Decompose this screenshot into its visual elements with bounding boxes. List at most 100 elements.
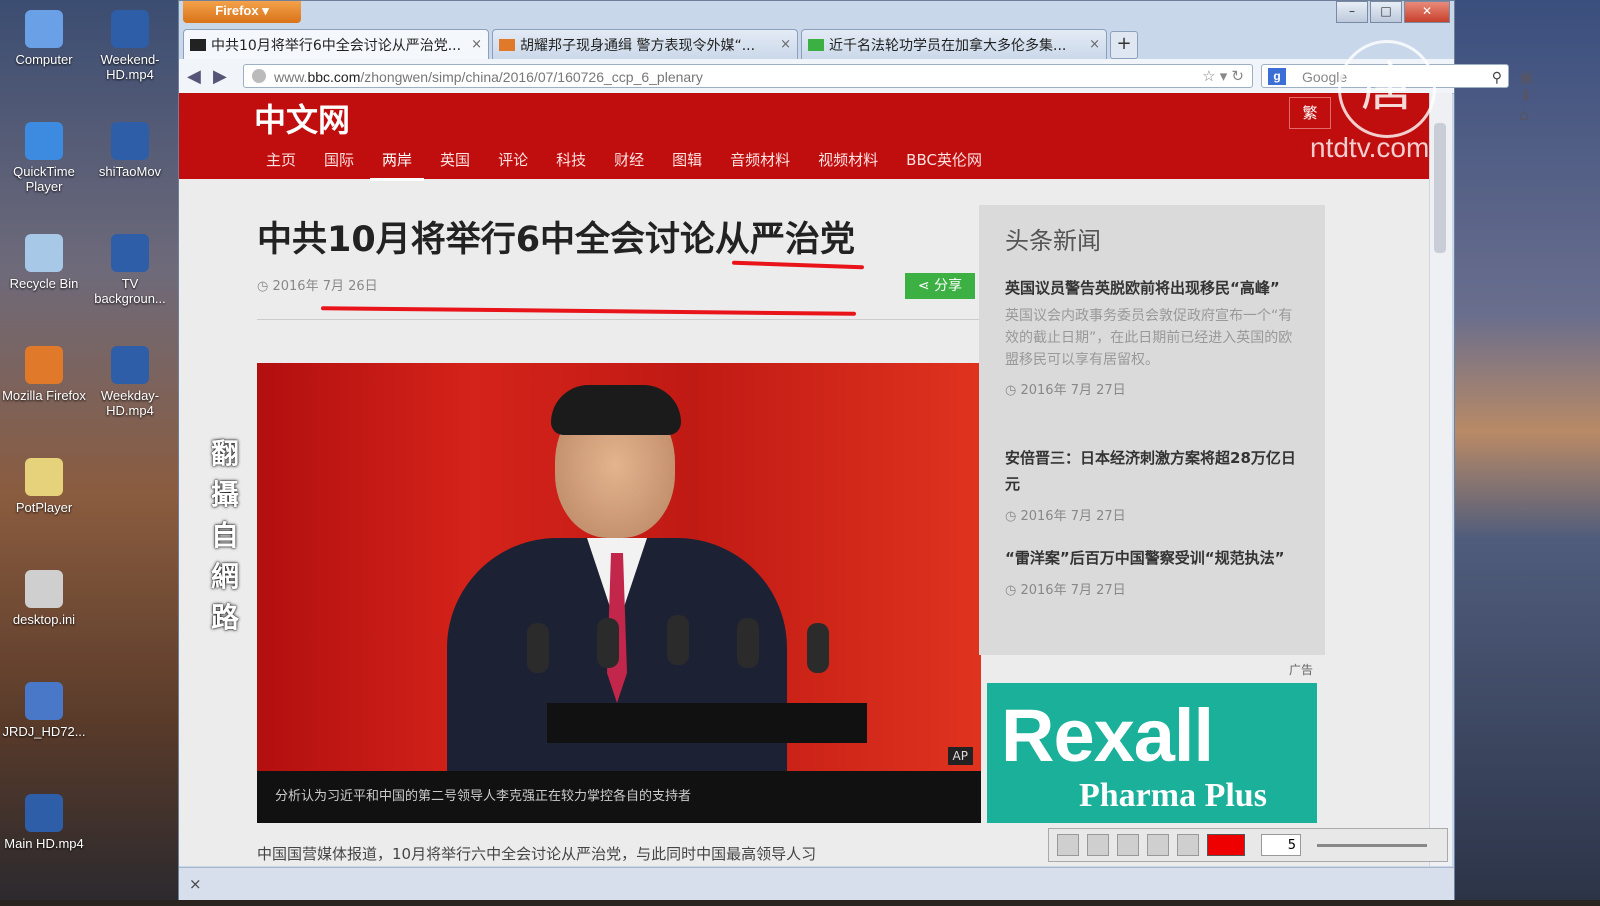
news-item[interactable]: “雷洋案”后百万中国警察受训“规范执法” ◷ 2016年 7月 27日	[1005, 545, 1305, 598]
desktop-icon-label: Mozilla Firefox	[2, 388, 86, 403]
new-tab-button[interactable]: +	[1110, 31, 1138, 59]
nav-item[interactable]: 国际	[312, 149, 366, 181]
statusbar-close-icon[interactable]: ×	[189, 875, 202, 893]
stroke-size-field[interactable]: 5	[1261, 834, 1301, 856]
tab-strip: 中共10月将举行6中全会讨论从严治党... × 胡耀邦子现身通缉 警方表现令外媒…	[183, 29, 1138, 59]
desktop-icon[interactable]: Weekend-HD.mp4	[86, 10, 174, 96]
nav-item[interactable]: 科技	[544, 149, 598, 181]
tab-close-icon[interactable]: ×	[471, 37, 482, 52]
rexall-ad[interactable]: Rexall Pharma Plus	[987, 683, 1317, 823]
site-nav: 主页 国际 两岸 英国 评论 科技 财经 图辑 音频材料 视频材料 BBC英伦网	[254, 149, 998, 181]
news-desc: 英国议会内政事务委员会敦促政府宣布一个“有效的截止日期”，在此日期前已经进入英国…	[1005, 308, 1293, 368]
desktop-icon[interactable]: Recycle Bin	[0, 234, 88, 320]
news-title[interactable]: 安倍晋三：日本经济刺激方案将超28万亿日元	[1005, 445, 1305, 497]
desktop-icon[interactable]: Weekday-HD.mp4	[86, 346, 174, 432]
window-controls: – □ ✕	[1334, 1, 1450, 23]
desktop-icon-label: Computer	[15, 52, 73, 67]
nav-item[interactable]: 主页	[254, 149, 308, 181]
tab-1[interactable]: 中共10月将举行6中全会讨论从严治党... ×	[183, 29, 489, 59]
url-path: /zhongwen/simp/china/2016/07/160726_ccp_…	[360, 69, 703, 85]
desktop-file-icon	[25, 346, 63, 384]
article-photo[interactable]: AP	[257, 363, 981, 771]
nav-item[interactable]: 英国	[428, 149, 482, 181]
search-icon[interactable]: ⚲	[1492, 65, 1502, 89]
desktop-icon[interactable]: Mozilla Firefox	[0, 346, 88, 432]
new-icon[interactable]	[1057, 834, 1079, 856]
url-prefix: www.	[274, 69, 308, 85]
vertical-watermark: 翻攝自網路	[210, 437, 239, 634]
desktop-icon[interactable]: QuickTime Player	[0, 122, 88, 208]
red-annotation-stroke	[320, 306, 857, 316]
news-date: ◷ 2016年 7月 27日	[1005, 505, 1305, 524]
nav-item[interactable]: 两岸	[370, 149, 425, 181]
desktop-icon[interactable]: desktop.ini	[0, 570, 88, 656]
photo-hair	[551, 385, 681, 435]
site-title[interactable]: 中文网	[254, 95, 350, 141]
stroke-size-slider[interactable]	[1317, 843, 1427, 847]
tab-close-icon[interactable]: ×	[780, 37, 791, 52]
desktop-icon[interactable]: Computer	[0, 10, 88, 96]
desktop-file-icon	[25, 10, 63, 48]
desktop-icon[interactable]: Main HD.mp4	[0, 794, 88, 880]
news-title[interactable]: “雷洋案”后百万中国警察受训“规范执法”	[1005, 545, 1305, 571]
tab-2[interactable]: 胡耀邦子现身通缉 警方表现令外媒“... ×	[492, 29, 798, 59]
forward-arrow-icon[interactable]: ▶	[213, 66, 227, 87]
clock-icon: ◷	[257, 279, 273, 294]
desktop-icon[interactable]: PotPlayer	[0, 458, 88, 544]
sidebar-heading: 头条新闻	[1005, 227, 1101, 255]
google-engine-icon[interactable]: g	[1268, 68, 1286, 85]
nav-item[interactable]: BBC英伦网	[894, 149, 994, 181]
news-date: ◷ 2016年 7月 27日	[1005, 379, 1305, 398]
desktop-icon[interactable]: shiTaoMov	[86, 122, 174, 208]
desktop-file-icon	[111, 234, 149, 272]
screen-icon[interactable]	[1117, 834, 1139, 856]
share-icon: ⋖	[917, 278, 935, 294]
bbc-header: 中文网 繁 主页 国际 两岸 英国 评论 科技 财经 图辑 音频材料 视频材料 BBC英伦网	[179, 93, 1429, 181]
tab-close-icon[interactable]: ×	[1089, 37, 1100, 52]
close-window-button[interactable]: ✕	[1404, 1, 1450, 23]
desktop-file-icon	[111, 10, 149, 48]
status-bar: ×	[179, 867, 1454, 900]
vertical-scrollbar[interactable]	[1429, 93, 1452, 866]
photo-podium	[547, 703, 867, 743]
microphone	[667, 615, 689, 665]
news-date-text: 2016年 7月 27日	[1020, 383, 1126, 398]
eraser-icon[interactable]	[1147, 834, 1169, 856]
news-item[interactable]: 英国议员警告英脱欧前将出现移民“高峰” 英国议会内政事务委员会敦促政府宣布一个“…	[1005, 275, 1305, 398]
navigation-bar: ◀ ▶ www.bbc.com/zhongwen/simp/china/2016…	[179, 59, 1534, 124]
nav-item[interactable]: 视频材料	[806, 149, 890, 181]
back-arrow-icon[interactable]: ◀	[187, 66, 201, 87]
scrollbar-thumb[interactable]	[1434, 123, 1446, 253]
tab-title: 近千名法轮功学员在加拿大多伦多集...	[829, 37, 1067, 54]
pen-icon[interactable]	[1177, 834, 1199, 856]
site-favicon-icon	[499, 38, 515, 51]
desktop-icon[interactable]: JRDJ_HD72...	[0, 682, 88, 768]
desktop-icon-label: Recycle Bin	[9, 276, 79, 291]
desktop-file-icon	[25, 682, 63, 720]
toolbar-icons[interactable]: ▣ ⬇ ⌂	[1519, 67, 1542, 124]
share-button[interactable]: ⋖ 分享	[905, 273, 975, 299]
ntdtv-logo: 唐	[1338, 40, 1436, 138]
share-label: 分享	[934, 278, 963, 294]
nav-item[interactable]: 评论	[486, 149, 540, 181]
desktop-icon-label: Main HD.mp4	[4, 836, 84, 851]
maximize-button[interactable]: □	[1370, 1, 1402, 23]
url-bar[interactable]: www.bbc.com/zhongwen/simp/china/2016/07/…	[243, 64, 1253, 88]
minimize-button[interactable]: –	[1336, 1, 1368, 23]
desktop-icon[interactable]: TV backgroun...	[86, 234, 174, 320]
desktop-file-icon	[25, 570, 63, 608]
nav-item[interactable]: 财经	[602, 149, 656, 181]
firefox-menu-button[interactable]: Firefox ▾	[183, 1, 301, 23]
tab-3[interactable]: 近千名法轮功学员在加拿大多伦多集... ×	[801, 29, 1107, 59]
bookmark-reload-icons[interactable]: ☆ ▾ ↻	[1202, 65, 1244, 89]
news-title[interactable]: 英国议员警告英脱欧前将出现移民“高峰”	[1005, 275, 1305, 301]
nav-item[interactable]: 音频材料	[718, 149, 802, 181]
save-icon[interactable]	[1087, 834, 1109, 856]
date-text: 2016年 7月 26日	[272, 279, 378, 294]
news-item[interactable]: 安倍晋三：日本经济刺激方案将超28万亿日元 ◷ 2016年 7月 27日	[1005, 445, 1305, 524]
microphone	[807, 623, 829, 673]
news-date-text: 2016年 7月 27日	[1020, 583, 1126, 598]
pen-color-swatch[interactable]	[1207, 834, 1245, 856]
traditional-chinese-button[interactable]: 繁	[1289, 97, 1331, 129]
nav-item[interactable]: 图辑	[660, 149, 714, 181]
